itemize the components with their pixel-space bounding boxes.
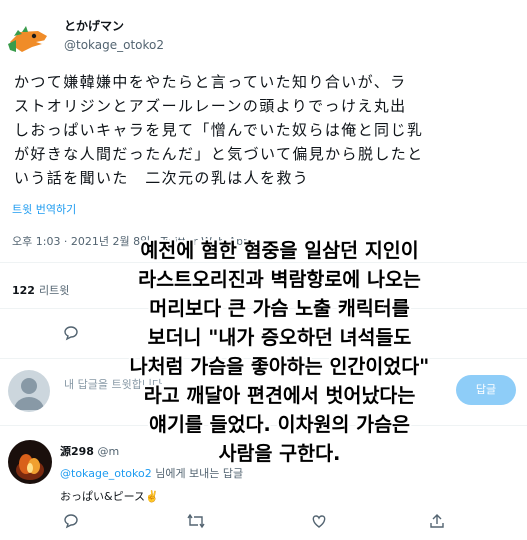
lizard-logo-icon (8, 26, 47, 52)
tweet-text: かつて嫌韓嫌中をやたらと言っていた知り合いが、ラ ストオリジンとアズールレーンの… (14, 73, 424, 187)
retweet-icon[interactable] (186, 512, 206, 530)
translation-caption: 예전에 혐한 혐중을 일삼던 지인이 라스트오리진과 벽람항로에 나오는 머리보… (129, 239, 430, 465)
translate-tweet-link[interactable]: 트윗 번역하기 (12, 201, 76, 217)
fire-avatar-icon (16, 454, 44, 480)
user-avatar[interactable] (8, 370, 50, 412)
reply-author-avatar[interactable] (8, 440, 52, 484)
author-name[interactable]: とかげマン (64, 17, 124, 34)
reply-to-handle[interactable]: @tokage_otoko2 (60, 467, 152, 480)
default-avatar-icon (14, 378, 44, 410)
author-avatar[interactable] (6, 22, 50, 62)
reply-text: おっぱい&ピース✌️ (60, 490, 159, 503)
retweet-count: 122 (12, 284, 35, 297)
retweet-stats[interactable]: 122 리트윗 (12, 282, 69, 298)
retweet-label: 리트윗 (38, 284, 70, 297)
share-icon[interactable] (428, 512, 446, 530)
reply-to-suffix: 님에게 보내는 답글 (151, 467, 244, 480)
author-handle[interactable]: @tokage_otoko2 (64, 38, 164, 52)
comment-icon[interactable] (62, 512, 80, 530)
like-icon[interactable] (310, 512, 328, 530)
